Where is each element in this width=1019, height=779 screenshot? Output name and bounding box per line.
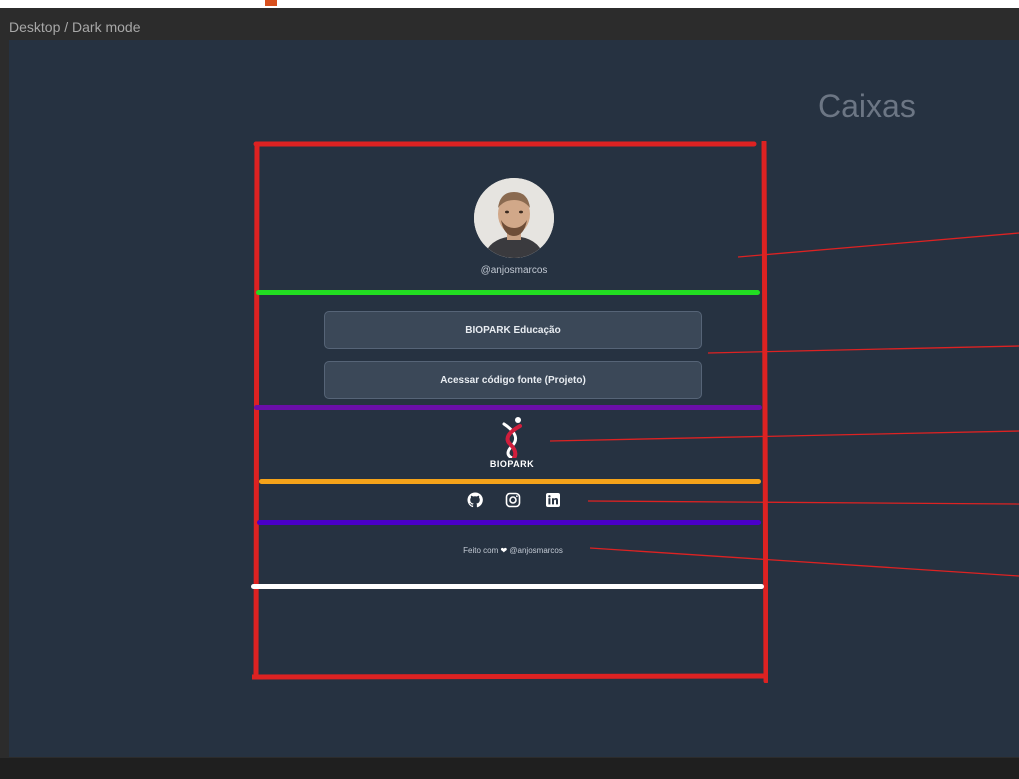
annotation-divider-green xyxy=(256,290,760,295)
instagram-icon[interactable] xyxy=(505,492,521,508)
annotation-divider-white xyxy=(251,584,764,589)
avatar xyxy=(474,178,554,258)
annotation-divider-orange xyxy=(259,479,761,484)
github-icon[interactable] xyxy=(467,492,483,508)
footer-prefix: Feito com xyxy=(463,546,499,555)
profile-handle: @anjosmarcos xyxy=(480,265,548,276)
footer-credit: Feito com ❤ @anjosmarcos xyxy=(400,546,626,555)
link-button-biopark[interactable]: BIOPARK Educação xyxy=(324,311,702,349)
biopark-logo[interactable]: BIOPARK xyxy=(476,414,548,472)
frame-label[interactable]: Desktop / Dark mode xyxy=(9,19,141,35)
footer-author-link[interactable]: @anjosmarcos xyxy=(509,546,562,555)
top-strip xyxy=(0,0,1019,8)
heart-icon: ❤ xyxy=(500,546,508,555)
biopark-logo-mark xyxy=(502,417,522,460)
linkedin-icon[interactable] xyxy=(545,492,561,508)
link-button-source-code[interactable]: Acessar código fonte (Projeto) xyxy=(324,361,702,399)
annotation-divider-indigo xyxy=(257,520,761,525)
avatar-photo xyxy=(474,178,554,258)
bottom-toolbar-strip xyxy=(0,758,1019,779)
biopark-wordmark: BIOPARK xyxy=(489,459,535,469)
selection-accent xyxy=(265,0,277,6)
annotation-divider-purple xyxy=(254,405,762,410)
annotation-title: Caixas xyxy=(818,88,916,124)
